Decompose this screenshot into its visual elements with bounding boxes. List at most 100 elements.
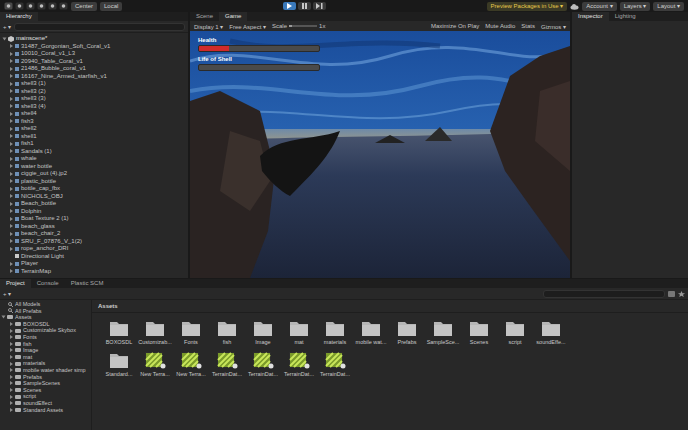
hierarchy-item[interactable]: Boat Texture 2 (1) (0, 215, 188, 223)
add-button[interactable]: + ▾ (3, 23, 11, 30)
expand-arrow[interactable] (10, 355, 13, 359)
expand-arrow[interactable] (10, 224, 13, 228)
tree-item[interactable]: materials (0, 360, 91, 367)
tree-item[interactable]: BOXOSDL (0, 321, 91, 328)
expand-arrow[interactable] (10, 97, 13, 101)
hierarchy-item[interactable]: fish3 (0, 118, 188, 126)
expand-arrow[interactable] (10, 408, 13, 412)
account-button[interactable]: Account ▾ (582, 2, 616, 11)
expand-arrow[interactable] (10, 401, 13, 405)
expand-arrow[interactable] (10, 262, 13, 266)
asset-item[interactable]: Prefabs (390, 319, 424, 345)
expand-arrow[interactable] (10, 82, 13, 86)
play-button[interactable] (283, 2, 296, 10)
asset-item[interactable]: script (498, 319, 532, 345)
hierarchy-item[interactable]: shell2 (0, 125, 188, 133)
expand-arrow[interactable] (10, 322, 13, 326)
move-tool-icon[interactable] (15, 2, 24, 10)
expand-arrow[interactable] (3, 37, 7, 40)
hierarchy-item[interactable]: ciggie_out (4).jp2 (0, 170, 188, 178)
project-tab[interactable]: Plastic SCM (65, 279, 110, 288)
hierarchy-item[interactable]: SRU_F_07876_V_1(2) (0, 238, 188, 246)
tree-item[interactable]: Fonts (0, 334, 91, 341)
project-tab[interactable]: Console (31, 279, 65, 288)
hierarchy-item[interactable]: whale (0, 155, 188, 163)
hierarchy-item[interactable]: Player (0, 260, 188, 268)
hierarchy-item[interactable]: 10010_Coral_v1_L3 (0, 50, 188, 58)
asset-item[interactable]: fish (210, 319, 244, 345)
display-dropdown[interactable]: Display 1 ▾ (194, 23, 223, 30)
expand-arrow[interactable] (2, 316, 6, 319)
expand-arrow[interactable] (10, 375, 13, 379)
rect-tool-icon[interactable] (48, 2, 57, 10)
project-tab[interactable]: Project (0, 279, 31, 288)
asset-item[interactable]: Standard... (102, 351, 136, 377)
expand-arrow[interactable] (10, 335, 13, 339)
game-option[interactable]: Gizmos ▾ (541, 23, 566, 30)
layout-button[interactable]: Layout ▾ (653, 2, 684, 11)
hierarchy-item[interactable]: TerrainMap (0, 268, 188, 276)
rotate-tool-icon[interactable] (26, 2, 35, 10)
layers-button[interactable]: Layers ▾ (620, 2, 651, 11)
hierarchy-item[interactable]: shell1 (0, 133, 188, 141)
inspector-tab[interactable]: Lighting (609, 12, 642, 21)
game-option[interactable]: Maximize On Play (431, 23, 479, 29)
expand-arrow[interactable] (10, 74, 13, 78)
scale-slider[interactable] (289, 25, 317, 27)
tree-item[interactable]: All Models (0, 301, 91, 308)
expand-arrow[interactable] (10, 67, 13, 71)
asset-item[interactable]: TerrainDat... (246, 351, 280, 377)
space-button[interactable]: Local (100, 2, 122, 11)
expand-arrow[interactable] (10, 119, 13, 123)
add-button[interactable]: + ▾ (3, 290, 11, 297)
hierarchy-item[interactable]: shell3 (3) (0, 95, 188, 103)
tree-item[interactable]: script (0, 393, 91, 400)
hierarchy-item[interactable]: Dolphin (0, 208, 188, 216)
view-tab[interactable]: Scene (190, 12, 219, 21)
tree-item[interactable]: Scenes (0, 387, 91, 394)
hierarchy-item[interactable]: beach_glass (0, 223, 188, 231)
tree-item[interactable]: Assets (0, 314, 91, 321)
tree-item[interactable]: fish (0, 341, 91, 348)
asset-item[interactable]: Customizab... (138, 319, 172, 345)
asset-item[interactable]: soundEffe... (534, 319, 568, 345)
hierarchy-item[interactable]: shell3 (1) (0, 80, 188, 88)
expand-arrow[interactable] (10, 381, 13, 385)
hierarchy-item[interactable]: plastic_bottle (0, 178, 188, 186)
expand-arrow[interactable] (10, 59, 13, 63)
tree-item[interactable]: mobile water shader simp (0, 367, 91, 374)
expand-arrow[interactable] (10, 232, 13, 236)
expand-arrow[interactable] (10, 362, 13, 366)
hierarchy-tab[interactable]: Hierarchy (0, 12, 38, 21)
tree-item[interactable]: soundEffect (0, 400, 91, 407)
asset-item[interactable]: materials (318, 319, 352, 345)
hierarchy-item[interactable]: beach_chair_2 (0, 230, 188, 238)
asset-item[interactable]: New Terra... (138, 351, 172, 377)
asset-item[interactable]: TerrainDat... (282, 351, 316, 377)
inspector-tab[interactable]: Inspector (572, 12, 609, 21)
pause-button[interactable] (298, 2, 311, 10)
asset-item[interactable]: Scenes (462, 319, 496, 345)
expand-arrow[interactable] (10, 104, 13, 108)
scene-row[interactable]: mainscene* (0, 35, 188, 43)
hierarchy-item[interactable]: 20940_Table_Coral_v1 (0, 58, 188, 66)
expand-arrow[interactable] (10, 329, 13, 333)
expand-arrow[interactable] (10, 172, 13, 176)
hierarchy-item[interactable]: 31487_Gorgonian_Soft_Coral_v1 (0, 43, 188, 51)
expand-arrow[interactable] (10, 164, 13, 168)
asset-item[interactable]: mat (282, 319, 316, 345)
expand-arrow[interactable] (10, 52, 13, 56)
packages-badge[interactable]: Preview Packages in Use ▾ (487, 2, 568, 11)
hierarchy-item[interactable]: shell4 (0, 110, 188, 118)
cloud-icon[interactable] (570, 3, 579, 10)
hierarchy-item[interactable]: 16167_Nine_Armed_starfish_v1 (0, 73, 188, 81)
expand-arrow[interactable] (10, 142, 13, 146)
game-option[interactable]: Stats (521, 23, 535, 29)
expand-arrow[interactable] (10, 368, 13, 372)
expand-arrow[interactable] (10, 127, 13, 131)
hierarchy-item[interactable]: shell3 (2) (0, 88, 188, 96)
tree-item[interactable]: Standard Assets (0, 407, 91, 414)
hierarchy-item[interactable]: fish1 (0, 140, 188, 148)
hierarchy-item[interactable]: water bottle (0, 163, 188, 171)
asset-item[interactable]: Image (246, 319, 280, 345)
